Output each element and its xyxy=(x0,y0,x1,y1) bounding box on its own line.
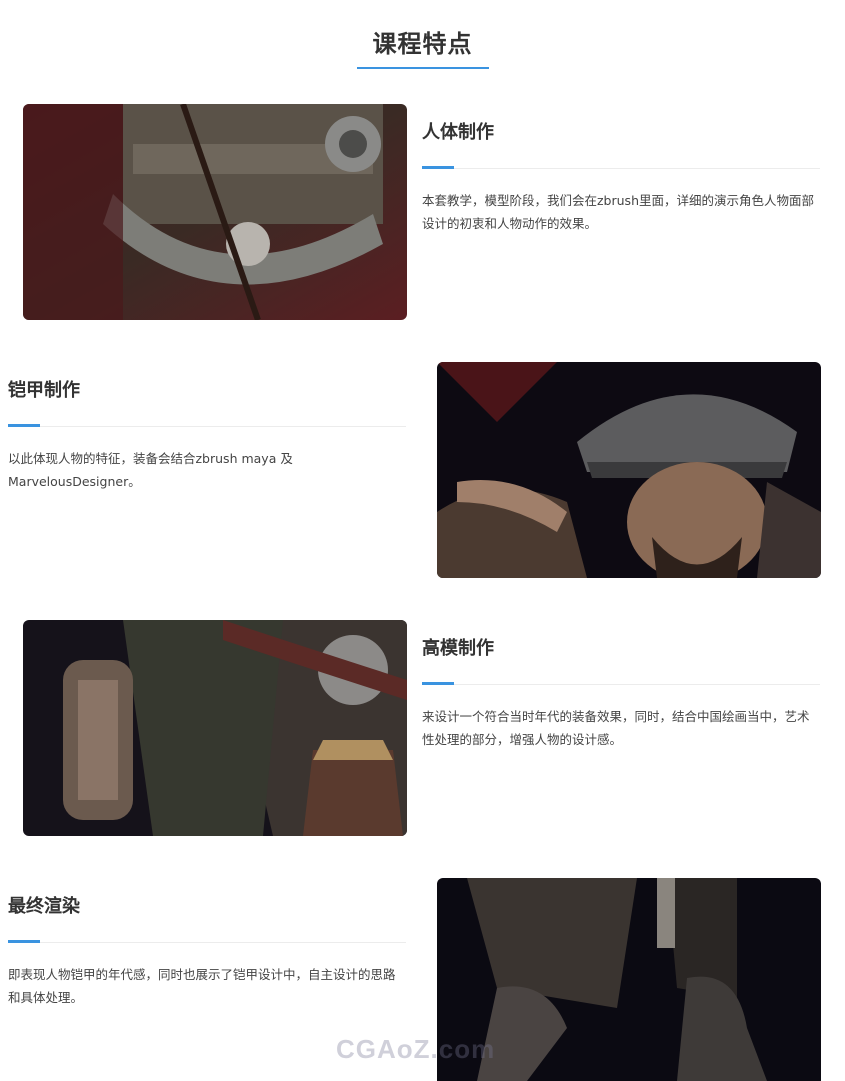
feature-text-1: 人体制作 本套教学，模型阶段，我们会在zbrush里面，详细的演示角色人物面部设… xyxy=(422,118,820,235)
ornament-detail-image xyxy=(23,620,407,836)
feature-text-4: 最终渲染 即表现人物铠甲的年代感，同时也展示了铠甲设计中，自主设计的思路和具体处… xyxy=(8,892,406,1009)
feature-row-3: 高模制作 来设计一个符合当时年代的装备效果，同时，结合中国绘画当中，艺术性处理的… xyxy=(0,620,845,838)
feature-divider xyxy=(422,166,820,169)
feature-divider xyxy=(8,940,406,943)
feature-description: 即表现人物铠甲的年代感，同时也展示了铠甲设计中，自主设计的思路和具体处理。 xyxy=(8,967,396,1005)
feature-divider xyxy=(422,682,820,685)
armor-chest-image xyxy=(23,104,407,320)
feature-title: 人体制作 xyxy=(422,122,494,143)
feature-row-2: 铠甲制作 以此体现人物的特征，装备会结合zbrush maya 及Marvelo… xyxy=(0,362,845,580)
watermark: CGAoZ.com xyxy=(336,1034,496,1064)
feature-description: 本套教学，模型阶段，我们会在zbrush里面，详细的演示角色人物面部设计的初衷和… xyxy=(422,193,814,231)
page-header: 课程特点 xyxy=(0,20,845,69)
feature-title: 高模制作 xyxy=(422,638,494,659)
page-title: 课程特点 xyxy=(356,20,489,69)
feature-title: 最终渲染 xyxy=(8,896,80,917)
feature-text-2: 铠甲制作 以此体现人物的特征，装备会结合zbrush maya 及Marvelo… xyxy=(8,376,406,493)
feature-divider xyxy=(8,424,406,427)
feature-description: 以此体现人物的特征，装备会结合zbrush maya 及MarvelousDes… xyxy=(8,451,293,489)
feature-description: 来设计一个符合当时年代的装备效果，同时，结合中国绘画当中，艺术性处理的部分，增强… xyxy=(422,709,810,747)
feature-title: 铠甲制作 xyxy=(8,380,80,401)
feature-row-1: 人体制作 本套教学，模型阶段，我们会在zbrush里面，详细的演示角色人物面部设… xyxy=(0,104,845,322)
warrior-portrait-image xyxy=(437,362,821,578)
feature-text-3: 高模制作 来设计一个符合当时年代的装备效果，同时，结合中国绘画当中，艺术性处理的… xyxy=(422,634,820,751)
